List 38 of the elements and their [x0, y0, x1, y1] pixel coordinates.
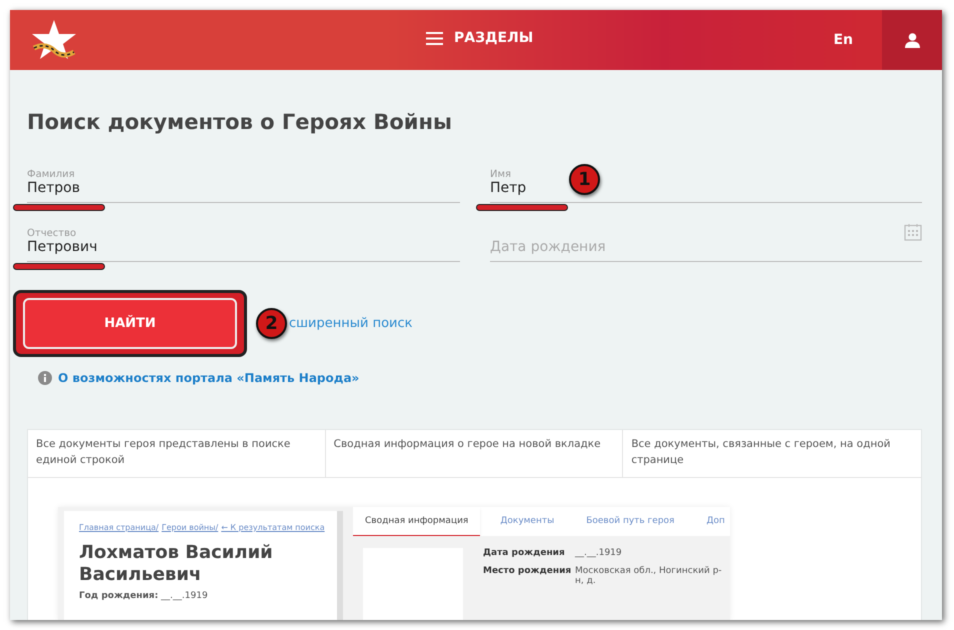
language-button[interactable]: En: [833, 32, 853, 48]
callout-badge: 1: [569, 164, 600, 195]
feature-cell: Все документы героя представлены в поиске единой строкой: [28, 430, 326, 477]
portal-info-link[interactable]: О возможностях портала «Память Народа»: [58, 371, 360, 385]
breadcrumb-link[interactable]: Главная страница/: [79, 523, 159, 532]
sections-menu-button[interactable]: РАЗДЕЛЫ: [426, 30, 534, 46]
date-field[interactable]: Дата рождения: [490, 217, 922, 262]
search-button[interactable]: НАЙТИ: [25, 300, 235, 347]
feature-cell: Сводная информация о герое на новой вкладке: [326, 430, 624, 477]
preview-tab[interactable]: Доп: [694, 507, 730, 536]
field-label: Имя: [490, 169, 512, 180]
user-button[interactable]: [882, 10, 942, 70]
menu-icon: [426, 32, 443, 44]
preview-tab[interactable]: Документы: [488, 507, 566, 536]
advanced-search-link[interactable]: сширенный поиск: [289, 316, 412, 331]
preview-tab[interactable]: Боевой путь героя: [574, 507, 686, 536]
placeholder-text: Дата рождения: [490, 239, 607, 255]
breadcrumb-link[interactable]: Герои войны/: [162, 523, 218, 532]
info-value: Московская обл., Ногинский р-н, д.: [575, 566, 723, 586]
info-label: Дата рождения: [483, 548, 566, 558]
input-field[interactable]: Фамилия Петров: [27, 158, 460, 203]
birth-year-text: Год рождения: __.__.1919: [79, 591, 209, 601]
page-title: Поиск документов о Героях Войны: [27, 110, 453, 134]
info-label: Место рождения: [483, 566, 572, 578]
field-value: Петрович: [27, 239, 98, 255]
info-icon: [38, 371, 52, 385]
feature-cell-text: Все документы, связанные с героем, на одной странице: [630, 437, 892, 468]
callout-badge: 2: [256, 308, 287, 339]
hero-name: Лохматов Василий Васильевич: [79, 542, 274, 586]
input-field[interactable]: Отчество Петрович: [27, 217, 460, 262]
field-value: Петр: [490, 180, 528, 196]
info-value: __.__.1919: [575, 548, 623, 558]
field-label: Фамилия: [27, 169, 75, 180]
user-icon: [904, 32, 920, 48]
breadcrumb-link[interactable]: ← К результатам поиска: [221, 523, 325, 532]
field-label: Отчество: [27, 228, 76, 239]
preview-tab[interactable]: Сводная информация: [353, 507, 480, 536]
field-value: Петров: [27, 180, 81, 196]
